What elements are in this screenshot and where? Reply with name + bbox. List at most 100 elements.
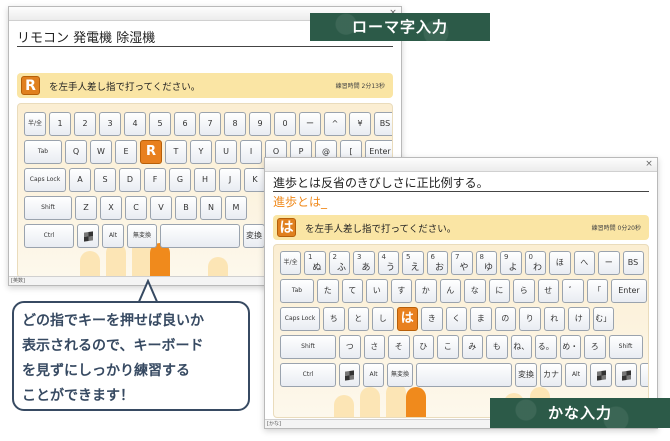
key-3[interactable]: 3あ [353, 251, 375, 275]
key-char[interactable]: つ [339, 335, 361, 359]
key-ctrl[interactable]: Ctrl [24, 224, 74, 248]
key-char[interactable]: り [519, 307, 541, 331]
key-muhenkan[interactable]: 無変換 [387, 363, 413, 387]
key-char[interactable]: く [445, 307, 467, 331]
key-b[interactable]: B [175, 196, 197, 220]
key-ctrl[interactable]: Ctrl [640, 363, 648, 387]
key-x[interactable]: X [100, 196, 122, 220]
key-char[interactable]: ね、 [510, 335, 532, 359]
key-kana[interactable]: カナ [540, 363, 562, 387]
key-1[interactable]: 1 [49, 112, 71, 136]
key-char[interactable]: し [372, 307, 394, 331]
key-space[interactable] [416, 363, 512, 387]
key-shift[interactable]: Shift [24, 196, 72, 220]
key-0[interactable]: 0わ [524, 251, 546, 275]
key-char[interactable]: れ [543, 307, 565, 331]
key-char[interactable]: ほ [549, 251, 571, 275]
key-shift[interactable]: Shift [280, 335, 336, 359]
key-5[interactable]: 5 [149, 112, 171, 136]
key-hankaku-zenkaku[interactable]: 半/全 [24, 112, 46, 136]
key-v[interactable]: V [150, 196, 172, 220]
key-y[interactable]: Y [190, 140, 212, 164]
key-char[interactable]: さ [363, 335, 385, 359]
key-dash[interactable]: ー [598, 251, 620, 275]
key-alt[interactable]: Alt [363, 363, 384, 387]
key-enter[interactable]: Enter [611, 279, 647, 303]
key-caret[interactable]: ^ [324, 112, 346, 136]
key-target-highlight[interactable]: は [396, 307, 418, 331]
key-char[interactable]: ら [513, 279, 535, 303]
key-k[interactable]: K [244, 168, 266, 192]
key-bs[interactable]: BS [622, 251, 644, 275]
key-3[interactable]: 3 [99, 112, 121, 136]
key-char[interactable]: へ [573, 251, 595, 275]
key-char[interactable]: こ [437, 335, 459, 359]
key-tab[interactable]: Tab [24, 140, 62, 164]
key-c[interactable]: C [125, 196, 147, 220]
key-target-highlight[interactable]: R [140, 140, 162, 164]
key-4[interactable]: 4う [377, 251, 399, 275]
key-yen[interactable]: ¥ [349, 112, 371, 136]
key-char[interactable]: ひ [412, 335, 434, 359]
key-char[interactable]: せ [537, 279, 559, 303]
key-windows[interactable] [77, 224, 99, 248]
key-char[interactable]: と [347, 307, 369, 331]
key-e[interactable]: E [115, 140, 137, 164]
key-muhenkan[interactable]: 無変換 [127, 224, 157, 248]
key-menu[interactable] [615, 363, 637, 387]
key-char[interactable]: な [464, 279, 486, 303]
close-icon[interactable]: × [644, 159, 654, 169]
key-char[interactable]: き [421, 307, 443, 331]
key-tab[interactable]: Tab [280, 279, 314, 303]
key-5[interactable]: 5え [402, 251, 424, 275]
key-s[interactable]: S [94, 168, 116, 192]
key-n[interactable]: N [200, 196, 222, 220]
key-space[interactable] [160, 224, 240, 248]
key-6[interactable]: 6 [174, 112, 196, 136]
key-9[interactable]: 9よ [500, 251, 522, 275]
key-2[interactable]: 2 [74, 112, 96, 136]
key-7[interactable]: 7 [199, 112, 221, 136]
key-windows[interactable] [339, 363, 360, 387]
key-char[interactable]: る。 [535, 335, 557, 359]
key-henkan[interactable]: 変換 [243, 224, 265, 248]
key-m[interactable]: M [225, 196, 247, 220]
key-char[interactable]: に [488, 279, 510, 303]
key-0[interactable]: 0 [274, 112, 296, 136]
key-caps-lock[interactable]: Caps Lock [280, 307, 320, 331]
key-i[interactable]: I [240, 140, 262, 164]
key-char[interactable]: も [486, 335, 508, 359]
key-char[interactable]: そ [388, 335, 410, 359]
key-char[interactable]: ん [439, 279, 461, 303]
key-char[interactable]: 「 [586, 279, 608, 303]
key-char[interactable]: の [494, 307, 516, 331]
key-char[interactable]: け [568, 307, 590, 331]
key-char[interactable]: て [341, 279, 363, 303]
key-8[interactable]: 8ゆ [475, 251, 497, 275]
key-g[interactable]: G [169, 168, 191, 192]
key-char[interactable]: む」 [592, 307, 614, 331]
key-hankaku-zenkaku[interactable]: 半/全 [280, 251, 301, 275]
key-a[interactable]: A [69, 168, 91, 192]
key-7[interactable]: 7や [451, 251, 473, 275]
key-f[interactable]: F [144, 168, 166, 192]
key-char[interactable]: ま [470, 307, 492, 331]
key-t[interactable]: T [165, 140, 187, 164]
key-henkan[interactable]: 変換 [515, 363, 537, 387]
key-char[interactable]: み [461, 335, 483, 359]
key-char[interactable]: す [390, 279, 412, 303]
key-q[interactable]: Q [65, 140, 87, 164]
key-char[interactable]: た [317, 279, 339, 303]
key-ctrl[interactable]: Ctrl [280, 363, 336, 387]
key-j[interactable]: J [219, 168, 241, 192]
key-char[interactable]: ゛ [562, 279, 584, 303]
key-char[interactable]: ろ [584, 335, 606, 359]
key-9[interactable]: 9 [249, 112, 271, 136]
key-2[interactable]: 2ふ [328, 251, 350, 275]
key-4[interactable]: 4 [124, 112, 146, 136]
key-1[interactable]: 1ぬ [304, 251, 326, 275]
key-dash[interactable]: ー [299, 112, 321, 136]
key-d[interactable]: D [119, 168, 141, 192]
key-bs[interactable]: BS [374, 112, 392, 136]
key-caps-lock[interactable]: Caps Lock [24, 168, 66, 192]
